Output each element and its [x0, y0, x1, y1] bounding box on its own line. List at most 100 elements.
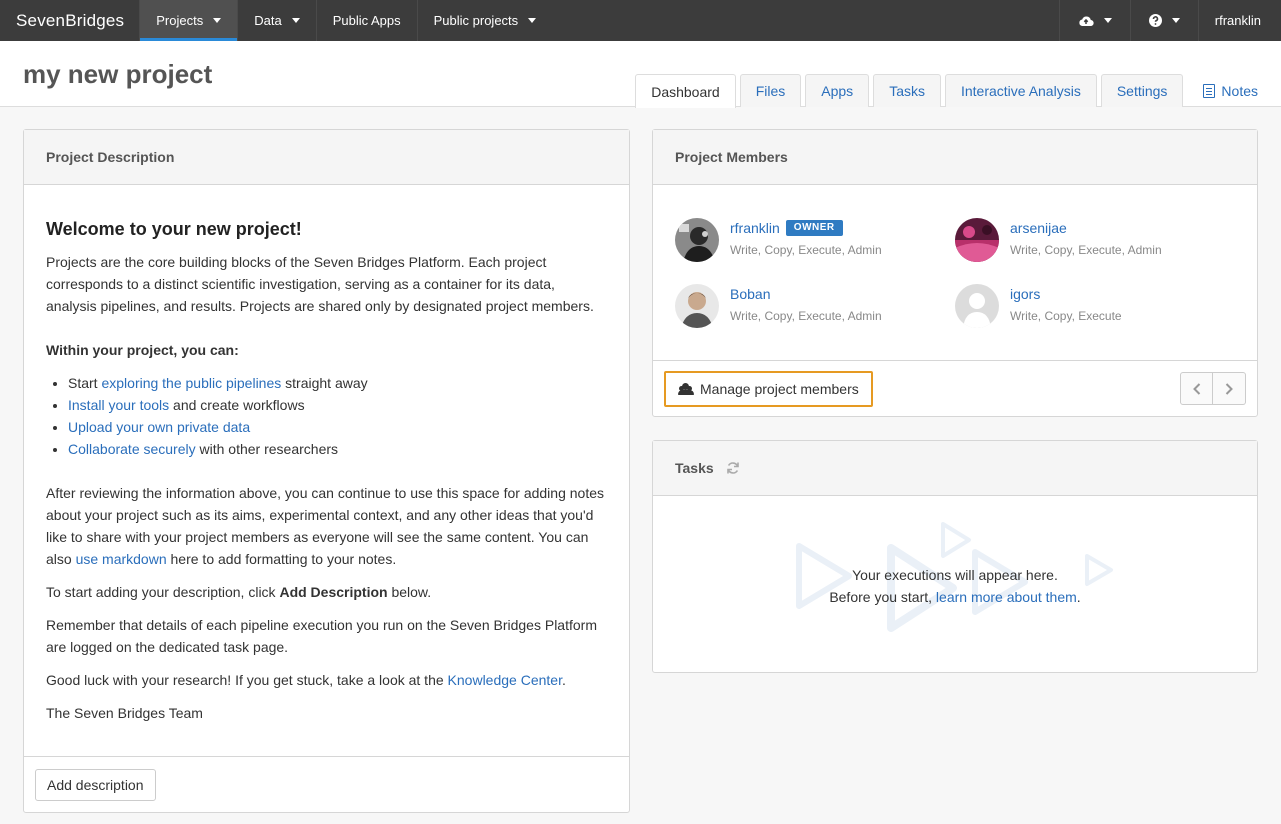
- chevron-down-icon: [1171, 18, 1180, 23]
- tab-apps[interactable]: Apps: [805, 74, 870, 107]
- member-permissions: Write, Copy, Execute, Admin: [730, 309, 882, 323]
- panel-heading: Project Members: [653, 130, 1257, 185]
- chevron-down-icon: [528, 18, 537, 23]
- tab-files[interactable]: Files: [739, 74, 802, 107]
- notes-link[interactable]: Notes: [1187, 74, 1281, 107]
- tab-tasks[interactable]: Tasks: [873, 74, 941, 107]
- nav-right: rfranklin: [1058, 0, 1281, 41]
- list-item: Start exploring the public pipelines str…: [68, 372, 607, 394]
- intro-text: Projects are the core building blocks of…: [46, 254, 594, 314]
- knowledge-center-link[interactable]: Knowledge Center: [448, 672, 562, 688]
- member-name-link[interactable]: Boban: [730, 286, 770, 302]
- tasks-line2-pre: Before you start,: [829, 589, 936, 605]
- luck-text-pre: Good luck with your research! If you get…: [46, 672, 448, 688]
- member-permissions: Write, Copy, Execute: [1010, 309, 1122, 323]
- upload-menu[interactable]: [1058, 0, 1130, 41]
- member-permissions: Write, Copy, Execute, Admin: [730, 243, 882, 257]
- top-navbar: SevenBridges Projects Data Public Apps P…: [0, 0, 1281, 41]
- next-page-button[interactable]: [1213, 372, 1246, 405]
- avatar[interactable]: [955, 218, 999, 262]
- prev-page-button[interactable]: [1180, 372, 1213, 405]
- list-text: Start: [68, 375, 102, 391]
- member-item: igors Write, Copy, Execute: [955, 284, 1235, 330]
- feature-list: Start exploring the public pipelines str…: [68, 372, 607, 460]
- list-item: Collaborate securely with other research…: [68, 438, 607, 460]
- project-tabs: Dashboard Files Apps Tasks Interactive A…: [631, 74, 1281, 108]
- welcome-heading: Welcome to your new project!: [46, 219, 302, 239]
- page-title: my new project: [23, 59, 213, 89]
- chevron-right-icon: [1225, 382, 1233, 395]
- nav-public-apps-label: Public Apps: [332, 13, 401, 28]
- start-text-pre: To start adding your description, click: [46, 584, 280, 600]
- project-description-panel: Project Description Welcome to your new …: [23, 129, 630, 813]
- nav-projects[interactable]: Projects: [139, 0, 238, 41]
- nav-data[interactable]: Data: [237, 0, 315, 41]
- upload-data-link[interactable]: Upload your own private data: [68, 419, 250, 435]
- member-name: arsenijae: [1010, 220, 1067, 236]
- panel-heading: Project Description: [24, 130, 629, 185]
- member-name: rfranklin OWNER: [730, 220, 843, 236]
- cloud-upload-icon: [1079, 16, 1094, 26]
- tab-interactive-analysis[interactable]: Interactive Analysis: [944, 74, 1097, 107]
- project-members-panel: Project Members rfranklin OWNER Write, C…: [652, 129, 1258, 417]
- tasks-heading: Tasks: [675, 460, 714, 476]
- avatar[interactable]: [955, 284, 999, 328]
- public-pipelines-link[interactable]: exploring the public pipelines: [101, 375, 281, 391]
- member-item: arsenijae Write, Copy, Execute, Admin: [955, 218, 1235, 264]
- list-item: Upload your own private data: [68, 416, 607, 438]
- members-footer: Manage project members: [653, 360, 1257, 416]
- chevron-down-icon: [291, 18, 300, 23]
- tasks-empty-line1: Your executions will appear here.: [852, 567, 1058, 583]
- nav-projects-label: Projects: [156, 13, 204, 28]
- chevron-down-icon: [213, 18, 222, 23]
- description-body: Welcome to your new project! Projects ar…: [24, 185, 629, 724]
- tasks-panel: Tasks Your executions will appear here. …: [652, 440, 1258, 673]
- users-icon: [678, 383, 694, 395]
- description-footer: Add description: [24, 756, 629, 812]
- collaborate-link[interactable]: Collaborate securely: [68, 441, 196, 457]
- avatar[interactable]: [675, 218, 719, 262]
- install-tools-link[interactable]: Install your tools: [68, 397, 169, 413]
- member-name: Boban: [730, 286, 770, 302]
- manage-project-members-button[interactable]: Manage project members: [664, 371, 873, 407]
- question-circle-icon: [1148, 14, 1162, 27]
- member-name-link[interactable]: igors: [1010, 286, 1040, 302]
- start-text-bold: Add Description: [279, 584, 388, 600]
- brand-logo[interactable]: SevenBridges: [0, 0, 139, 41]
- tab-dashboard[interactable]: Dashboard: [635, 74, 736, 108]
- nav-public-projects[interactable]: Public projects: [416, 0, 553, 41]
- notes-label: Notes: [1221, 82, 1258, 99]
- markdown-link[interactable]: use markdown: [76, 551, 167, 567]
- tab-settings[interactable]: Settings: [1100, 74, 1184, 107]
- nav-public-projects-label: Public projects: [433, 13, 519, 28]
- members-pager: [1180, 372, 1246, 405]
- user-menu[interactable]: rfranklin: [1197, 0, 1281, 41]
- learn-more-link[interactable]: learn more about them: [936, 589, 1077, 605]
- remember-text: Remember that details of each pipeline e…: [46, 617, 597, 655]
- tasks-empty-line2: Before you start, learn more about them.: [653, 586, 1257, 608]
- chevron-left-icon: [1192, 382, 1200, 395]
- list-text: straight away: [281, 375, 368, 391]
- project-header: my new project Dashboard Files Apps Task…: [0, 41, 1281, 108]
- tasks-body: Your executions will appear here. Before…: [653, 496, 1257, 672]
- member-name-link[interactable]: rfranklin: [730, 220, 780, 236]
- member-item: rfranklin OWNER Write, Copy, Execute, Ad…: [675, 218, 955, 264]
- refresh-icon[interactable]: [726, 461, 740, 475]
- add-description-button[interactable]: Add description: [35, 769, 156, 801]
- nav-data-label: Data: [254, 13, 282, 28]
- within-heading: Within your project, you can:: [46, 342, 239, 358]
- avatar[interactable]: [675, 284, 719, 328]
- signoff-text: The Seven Bridges Team: [46, 705, 203, 721]
- luck-text: Good luck with your research! If you get…: [46, 669, 607, 691]
- help-menu[interactable]: [1129, 0, 1198, 41]
- after-text-post: here to add formatting to your notes.: [166, 551, 397, 567]
- tasks-empty-message: Your executions will appear here. Before…: [653, 564, 1257, 608]
- owner-badge: OWNER: [785, 220, 843, 236]
- member-item: Boban Write, Copy, Execute, Admin: [675, 284, 955, 330]
- nav-public-apps[interactable]: Public Apps: [315, 0, 417, 41]
- manage-members-label: Manage project members: [700, 381, 859, 397]
- member-name-link[interactable]: arsenijae: [1010, 220, 1067, 236]
- list-item: Install your tools and create workflows: [68, 394, 607, 416]
- luck-text-post: .: [561, 672, 566, 688]
- list-text: with other researchers: [195, 441, 339, 457]
